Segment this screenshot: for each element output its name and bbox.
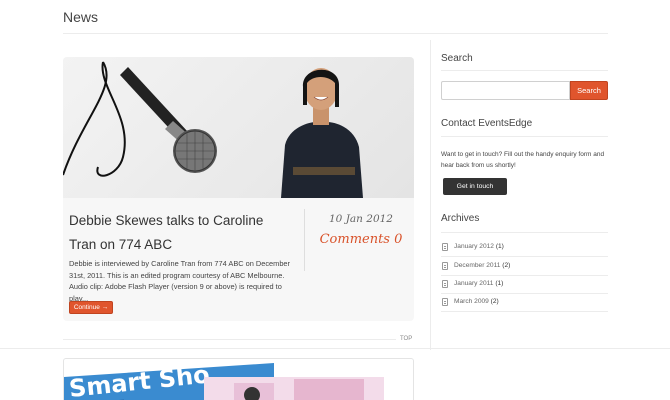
page-title: News	[63, 9, 99, 25]
archive-label: January 2011	[454, 280, 494, 287]
document-icon	[442, 298, 448, 306]
archives-heading-divider	[441, 232, 608, 233]
get-in-touch-button[interactable]: Get in touch	[443, 178, 507, 195]
search-heading-divider	[441, 70, 608, 71]
search-button[interactable]: Search	[570, 81, 608, 100]
document-icon	[442, 262, 448, 270]
archive-count: (1)	[495, 280, 504, 287]
document-icon	[442, 243, 448, 251]
contact-heading: Contact EventsEdge	[441, 118, 533, 129]
archive-label: December 2011	[454, 262, 501, 269]
post-card-2[interactable]: Smart Sho	[63, 358, 414, 400]
top-divider	[63, 339, 396, 340]
contact-text: Want to get in touch? Fill out the handy…	[441, 151, 605, 169]
archive-count: (1)	[495, 243, 504, 250]
document-icon	[442, 280, 448, 288]
archive-item-december-2011[interactable]: December 2011 (2)	[441, 257, 608, 275]
archive-item-january-2012[interactable]: January 2012 (1)	[441, 238, 608, 256]
archive-count: (2)	[490, 298, 499, 305]
archive-label: January 2012	[454, 243, 494, 250]
post-comments-link[interactable]: Comments 0	[311, 232, 411, 247]
archive-label: March 2009	[454, 298, 489, 305]
post-date: 10 Jan 2012	[329, 213, 393, 225]
post-excerpt: Debbie is interviewed by Caroline Tran f…	[69, 259, 291, 303]
search-input[interactable]	[441, 81, 570, 100]
post-card: Debbie Skewes talks to Caroline Tran on …	[63, 57, 414, 321]
archive-count: (2)	[502, 262, 511, 269]
archive-item-january-2011[interactable]: January 2011 (1)	[441, 275, 608, 293]
post-title[interactable]: Debbie Skewes talks to Caroline Tran on …	[69, 209, 294, 257]
title-divider	[63, 33, 608, 34]
section-divider	[0, 348, 670, 349]
smart-shopping-image: Smart Sho	[64, 359, 413, 400]
archive-item-march-2009[interactable]: March 2009 (2)	[441, 293, 608, 311]
contact-heading-divider	[441, 136, 608, 137]
search-heading: Search	[441, 53, 473, 64]
post-meta-divider	[304, 209, 305, 271]
archive-divider	[441, 311, 608, 312]
back-to-top-link[interactable]: TOP	[400, 336, 412, 342]
sidebar-divider	[430, 40, 431, 350]
post-image[interactable]	[63, 57, 414, 198]
microphone-and-person-illustration	[63, 61, 363, 198]
archives-heading: Archives	[441, 213, 480, 224]
continue-button[interactable]: Continue →	[69, 301, 113, 314]
